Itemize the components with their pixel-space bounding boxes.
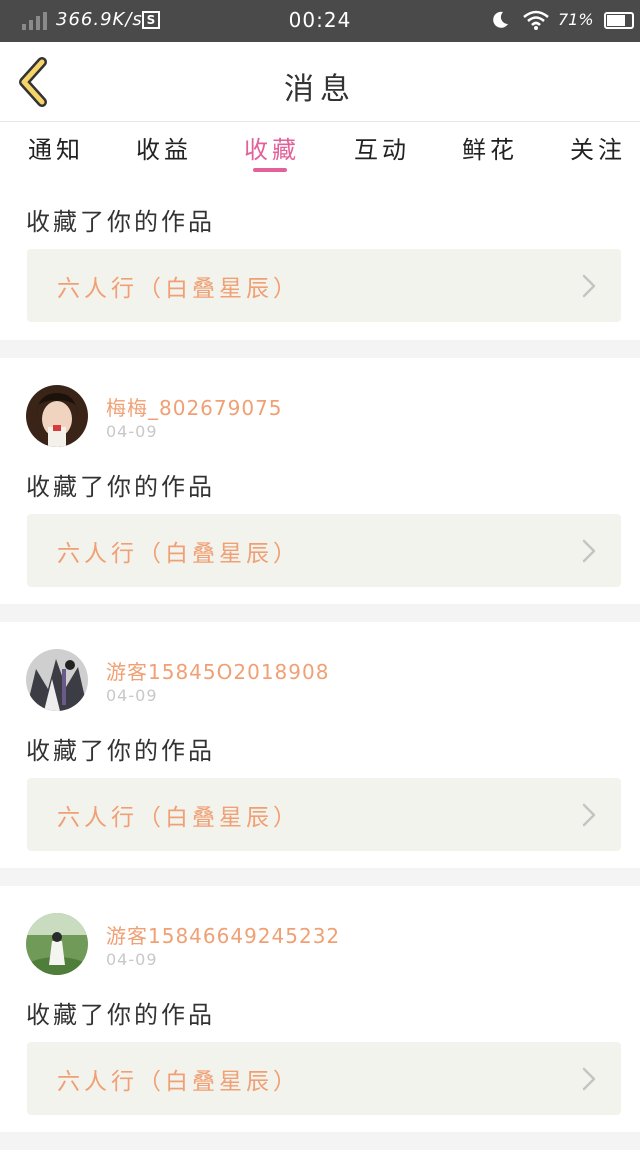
date: 04-09 bbox=[106, 950, 158, 969]
tab-favorites[interactable]: 收藏 bbox=[244, 130, 300, 165]
user-avatar-image bbox=[26, 385, 88, 447]
date: 04-09 bbox=[106, 686, 158, 705]
work-link[interactable]: 六人行（白叠星辰） bbox=[27, 514, 621, 587]
user-avatar-image bbox=[26, 913, 88, 975]
list-item: 收藏了你的作品 六人行（白叠星辰） bbox=[0, 178, 640, 340]
status-bar: 366.9K/s S 00:24 71% bbox=[0, 0, 640, 42]
work-title: 六人行（白叠星辰） bbox=[57, 1069, 300, 1095]
username[interactable]: 游客15845O2018908 bbox=[106, 656, 329, 685]
list-item: 游客15845O2018908 04-09 收藏了你的作品 六人行（白叠星辰） bbox=[0, 622, 640, 868]
tab-interactions[interactable]: 互动 bbox=[354, 130, 410, 165]
work-title: 六人行（白叠星辰） bbox=[57, 276, 300, 302]
avatar[interactable] bbox=[26, 649, 88, 711]
avatar[interactable] bbox=[26, 913, 88, 975]
action-text: 收藏了你的作品 bbox=[26, 1001, 215, 1029]
action-text: 收藏了你的作品 bbox=[26, 208, 215, 236]
battery-percent: 71% bbox=[558, 10, 594, 29]
battery-icon bbox=[604, 12, 634, 29]
username[interactable]: 游客15846649245232 bbox=[106, 920, 340, 949]
list-item: 梅梅_802679075 04-09 收藏了你的作品 六人行（白叠星辰） bbox=[0, 358, 640, 604]
chevron-right-icon bbox=[582, 539, 596, 563]
tab-bar: 通知 收益 收藏 互动 鲜花 关注 bbox=[0, 122, 640, 178]
username[interactable]: 梅梅_802679075 bbox=[106, 392, 283, 421]
work-link[interactable]: 六人行（白叠星辰） bbox=[27, 249, 621, 322]
list-item: 游客15846649245232 04-09 收藏了你的作品 六人行（白叠星辰） bbox=[0, 886, 640, 1132]
avatar[interactable] bbox=[26, 385, 88, 447]
tab-flowers[interactable]: 鲜花 bbox=[462, 130, 518, 165]
chevron-right-icon bbox=[582, 274, 596, 298]
date: 04-09 bbox=[106, 422, 158, 441]
work-link[interactable]: 六人行（白叠星辰） bbox=[27, 778, 621, 851]
moon-icon bbox=[493, 11, 508, 28]
chevron-right-icon bbox=[582, 1067, 596, 1091]
work-title: 六人行（白叠星辰） bbox=[57, 541, 300, 567]
action-text: 收藏了你的作品 bbox=[26, 473, 215, 501]
chevron-right-icon bbox=[582, 803, 596, 827]
active-tab-indicator bbox=[253, 168, 287, 172]
user-avatar-image bbox=[26, 649, 88, 711]
tab-earnings[interactable]: 收益 bbox=[136, 130, 192, 165]
work-title: 六人行（白叠星辰） bbox=[57, 805, 300, 831]
action-text: 收藏了你的作品 bbox=[26, 737, 215, 765]
work-link[interactable]: 六人行（白叠星辰） bbox=[27, 1042, 621, 1115]
nav-bar: 消息 bbox=[0, 42, 640, 122]
tab-follows[interactable]: 关注 bbox=[570, 130, 626, 165]
tab-notifications[interactable]: 通知 bbox=[28, 130, 84, 165]
wifi-icon bbox=[523, 10, 549, 30]
page-title: 消息 bbox=[284, 72, 356, 107]
